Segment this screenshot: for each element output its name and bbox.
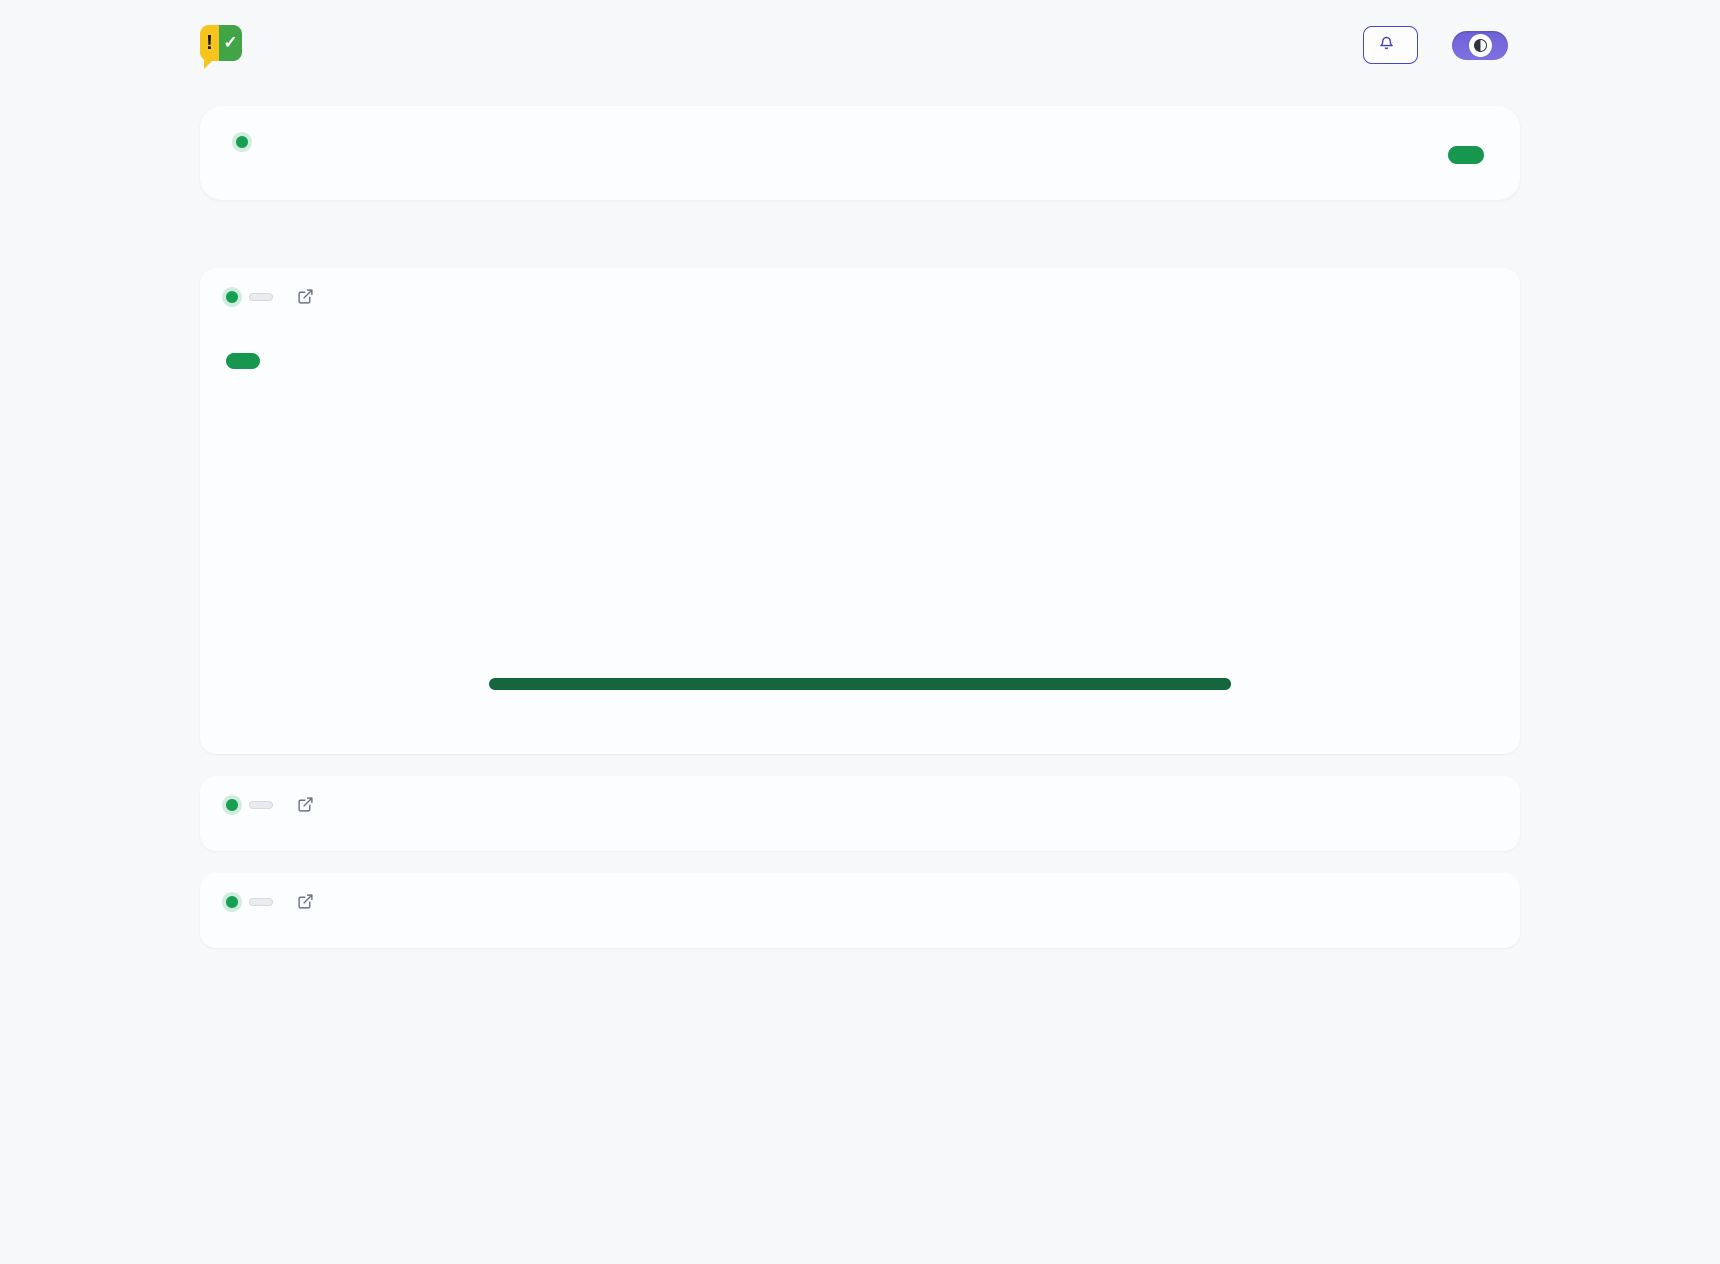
component-tag: [249, 293, 273, 301]
overall-status-dot: [236, 136, 248, 148]
subscribe-button[interactable]: [1363, 26, 1418, 64]
component-status-dot: [226, 291, 238, 303]
overall-status-card: [200, 106, 1520, 200]
top-navigation-bar: ! ✓: [200, 0, 1520, 76]
component-card-eu-west-uk: [200, 776, 1520, 851]
page-container: ! ✓: [200, 0, 1520, 948]
brand-logo[interactable]: ! ✓: [200, 25, 252, 65]
theme-control: [1452, 31, 1520, 60]
exclamation-icon: !: [200, 25, 219, 61]
external-link-icon[interactable]: [297, 288, 314, 305]
component-header: [226, 796, 1494, 813]
component-header: [226, 288, 1494, 305]
bell-icon: [1379, 35, 1394, 55]
component-card-na-west: [200, 873, 1520, 948]
component-status-dot: [226, 799, 238, 811]
today-progress-fill: [489, 678, 1231, 690]
chart-x-axis: [274, 614, 1494, 636]
stat-mttr: [1071, 448, 1494, 456]
today-progress-bar[interactable]: [489, 678, 1231, 690]
theme-toggle[interactable]: [1452, 31, 1508, 60]
component-tag: [249, 801, 273, 809]
chart-y-axis: [226, 496, 274, 608]
nav-links: [1295, 26, 1520, 64]
stats-row: [226, 448, 1494, 456]
theme-knob: [1469, 34, 1492, 57]
component-card-status-pages: [200, 268, 1520, 754]
stat-availability: [226, 448, 649, 456]
operational-status-badge: [226, 353, 260, 369]
external-link-icon[interactable]: [297, 893, 314, 910]
check-icon: ✓: [219, 25, 242, 61]
half-moon-icon: [1474, 39, 1487, 52]
response-time-chart: [226, 496, 1494, 636]
stat-mtbf: [649, 448, 1072, 456]
component-status-dot: [226, 896, 238, 908]
chart-plot: [274, 496, 1492, 608]
overall-status-badge: [1448, 146, 1484, 164]
component-header: [226, 893, 1494, 910]
component-tag: [249, 898, 273, 906]
brand-bubble-icon: ! ✓: [200, 25, 242, 65]
external-link-icon[interactable]: [297, 796, 314, 813]
